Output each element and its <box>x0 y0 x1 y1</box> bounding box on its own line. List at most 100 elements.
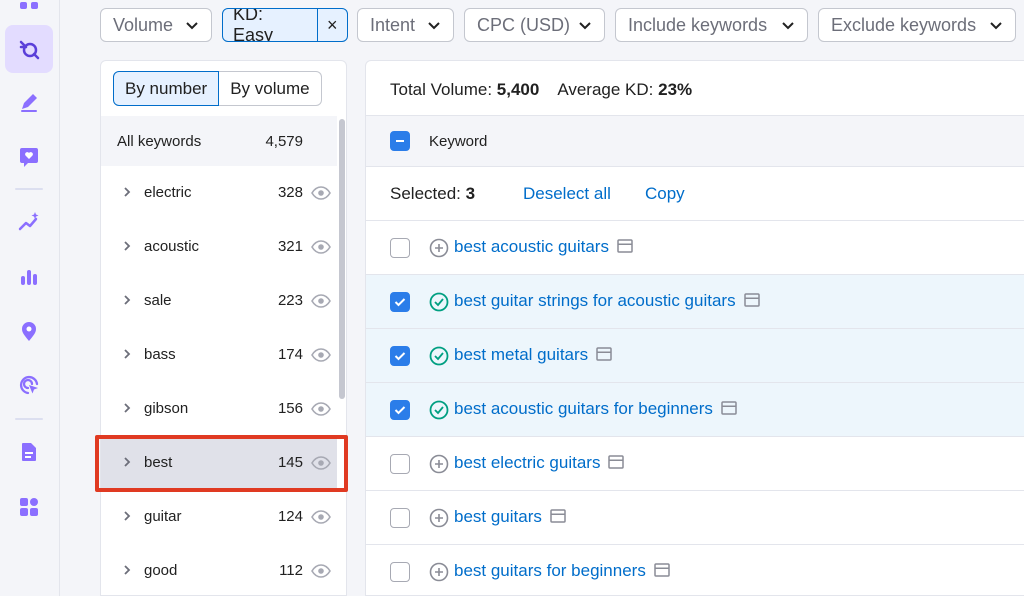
add-circle-icon[interactable] <box>429 562 449 582</box>
all-keywords-label: All keywords <box>117 133 202 150</box>
eye-icon[interactable] <box>311 347 331 363</box>
keyword-text: best acoustic guitars for beginners <box>454 399 713 418</box>
keyword-group-label: guitar <box>144 508 182 525</box>
keyword-group-count: 156 <box>277 400 303 417</box>
bar-chart-icon[interactable] <box>5 253 53 301</box>
apps-icon[interactable] <box>5 483 53 531</box>
keyword-link[interactable]: best acoustic guitars <box>454 237 633 257</box>
keyword-group-count: 321 <box>277 238 303 255</box>
check-circle-icon[interactable] <box>429 400 449 420</box>
chevron-right-icon[interactable] <box>121 294 133 306</box>
deselect-all-link[interactable]: Deselect all <box>523 184 611 204</box>
keyword-link[interactable]: best guitars for beginners <box>454 561 670 581</box>
keyword-group-count: 223 <box>277 292 303 309</box>
all-keywords-count: 4,579 <box>265 133 303 150</box>
table-row[interactable]: best acoustic guitars <box>366 221 1024 275</box>
chevron-right-icon[interactable] <box>121 186 133 198</box>
keyword-link[interactable]: best guitars <box>454 507 566 527</box>
keyword-group-row[interactable]: guitar 124 <box>101 490 337 544</box>
eye-icon[interactable] <box>311 185 331 201</box>
table-row[interactable]: best metal guitars <box>366 329 1024 383</box>
chevron-right-icon[interactable] <box>121 510 133 522</box>
close-icon[interactable]: × <box>318 9 347 41</box>
serp-icon[interactable] <box>743 293 760 307</box>
total-volume-value: 5,400 <box>496 80 540 99</box>
keyword-link[interactable]: best guitar strings for acoustic guitars <box>454 291 760 311</box>
average-kd-label: Average KD: <box>557 80 654 99</box>
keyword-link[interactable]: best metal guitars <box>454 345 612 365</box>
by-number-button[interactable]: By number <box>113 71 220 106</box>
row-checkbox[interactable] <box>390 292 410 312</box>
kd-filter[interactable]: KD: Easy × <box>222 8 348 42</box>
table-row[interactable]: best guitars for beginners <box>366 545 1024 595</box>
scrollbar[interactable] <box>339 119 345 399</box>
keyword-group-row[interactable]: good 112 <box>101 544 337 595</box>
serp-icon[interactable] <box>617 239 633 253</box>
add-circle-icon[interactable] <box>429 238 449 258</box>
chat-heart-icon[interactable] <box>5 133 53 181</box>
eye-icon[interactable] <box>311 563 331 579</box>
row-checkbox[interactable] <box>390 346 410 366</box>
eye-icon[interactable] <box>311 239 331 255</box>
copy-link[interactable]: Copy <box>645 184 685 204</box>
keyword-group-label: best <box>144 454 173 471</box>
volume-filter-label: Volume <box>113 14 174 35</box>
select-all-checkbox[interactable] <box>390 131 410 151</box>
keyword-link[interactable]: best electric guitars <box>454 453 625 473</box>
row-checkbox[interactable] <box>390 562 410 582</box>
row-checkbox[interactable] <box>390 238 410 258</box>
chevron-right-icon[interactable] <box>121 348 133 360</box>
row-checkbox[interactable] <box>390 400 410 420</box>
serp-icon[interactable] <box>550 509 566 523</box>
keyword-group-row[interactable]: acoustic 321 <box>101 220 337 274</box>
edit-icon[interactable] <box>5 78 53 126</box>
chevron-right-icon[interactable] <box>121 564 133 576</box>
chevron-right-icon[interactable] <box>121 456 133 468</box>
sparkle-chart-icon[interactable] <box>5 198 53 246</box>
keyword-group-row[interactable]: best 145 <box>101 436 337 490</box>
keyword-link[interactable]: best acoustic guitars for beginners <box>454 399 737 419</box>
document-icon[interactable] <box>5 428 53 476</box>
eye-icon[interactable] <box>311 509 331 525</box>
keyword-strategy-icon[interactable] <box>5 25 53 73</box>
keyword-group-row[interactable]: electric 328 <box>101 166 337 220</box>
table-row[interactable]: best guitar strings for acoustic guitars <box>366 275 1024 329</box>
row-checkbox[interactable] <box>390 454 410 474</box>
grid-icon[interactable] <box>5 0 53 24</box>
intent-filter[interactable]: Intent <box>357 8 454 42</box>
eye-icon[interactable] <box>311 293 331 309</box>
add-circle-icon[interactable] <box>429 454 449 474</box>
table-row[interactable]: best electric guitars <box>366 437 1024 491</box>
keyword-group-row[interactable]: bass 174 <box>101 328 337 382</box>
row-checkbox[interactable] <box>390 508 410 528</box>
keyword-group-label: acoustic <box>144 238 200 255</box>
table-row[interactable]: best guitars <box>366 491 1024 545</box>
serp-icon[interactable] <box>608 455 625 469</box>
add-circle-icon[interactable] <box>429 508 449 528</box>
chevron-right-icon[interactable] <box>121 402 133 414</box>
target-click-icon[interactable] <box>5 361 53 409</box>
average-kd-value: 23% <box>658 80 693 99</box>
volume-filter[interactable]: Volume <box>100 8 212 42</box>
cpc-filter[interactable]: CPC (USD) <box>464 8 605 42</box>
keyword-group-row[interactable]: gibson 156 <box>101 382 337 436</box>
serp-icon[interactable] <box>596 347 612 361</box>
check-circle-icon[interactable] <box>429 292 449 312</box>
icon-rail <box>0 0 60 596</box>
keyword-group-label: good <box>144 562 178 579</box>
chevron-right-icon[interactable] <box>121 240 133 252</box>
eye-icon[interactable] <box>311 401 331 417</box>
exclude-keywords-filter[interactable]: Exclude keywords <box>818 8 1016 42</box>
keyword-group-row[interactable]: sale 223 <box>101 274 337 328</box>
serp-icon[interactable] <box>654 563 670 577</box>
sort-toggle: By number By volume <box>113 71 322 106</box>
all-keywords-row[interactable]: All keywords 4,579 <box>101 116 337 166</box>
location-pin-icon[interactable] <box>5 307 53 355</box>
table-row[interactable]: best acoustic guitars for beginners <box>366 383 1024 437</box>
include-keywords-filter[interactable]: Include keywords <box>615 8 808 42</box>
by-volume-button[interactable]: By volume <box>219 71 322 106</box>
check-circle-icon[interactable] <box>429 346 449 366</box>
eye-icon[interactable] <box>311 455 331 471</box>
rail-divider <box>15 418 43 420</box>
serp-icon[interactable] <box>721 401 737 415</box>
